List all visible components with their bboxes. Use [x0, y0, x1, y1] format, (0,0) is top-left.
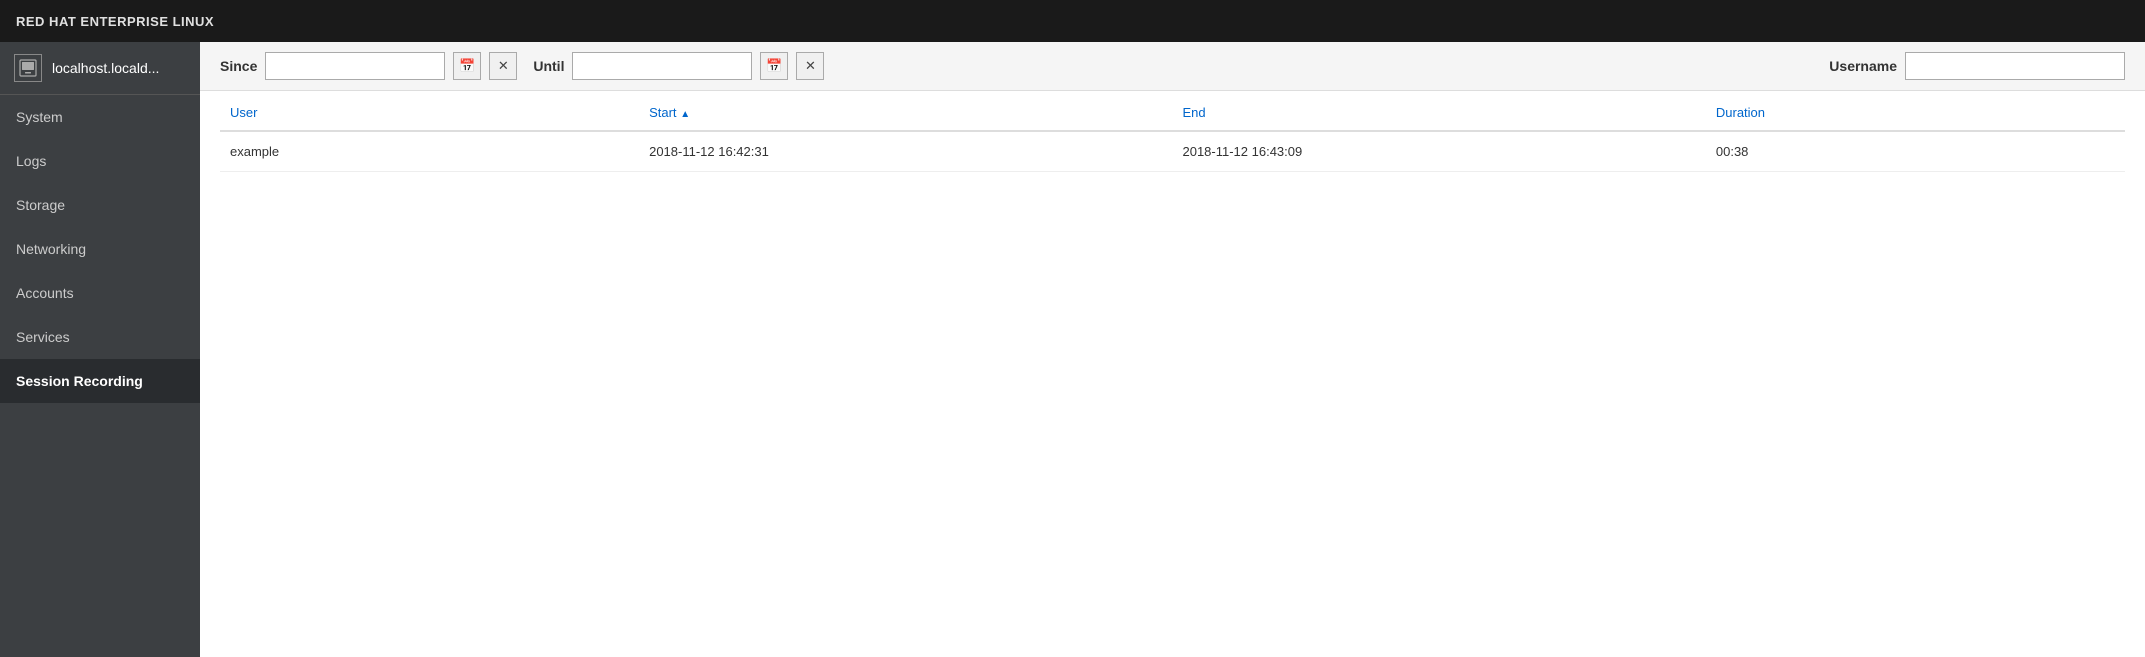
sidebar-item-label: Storage [16, 197, 65, 213]
sidebar-item-label: System [16, 109, 63, 125]
username-label: Username [1829, 58, 1897, 74]
cell-user: example [220, 131, 639, 172]
since-label: Since [220, 58, 257, 74]
username-input[interactable] [1905, 52, 2125, 80]
until-calendar-button[interactable]: 📅 [760, 52, 788, 80]
sidebar-item-label: Session Recording [16, 373, 143, 389]
sidebar-item-label: Accounts [16, 285, 74, 301]
until-filter-group: Until 📅 ✕ [533, 52, 824, 80]
cell-end: 2018-11-12 16:43:09 [1172, 131, 1705, 172]
host-name: localhost.locald... [52, 60, 159, 76]
sidebar-item-label: Logs [16, 153, 46, 169]
sidebar-item-session-recording[interactable]: Session Recording [0, 359, 200, 403]
sidebar-item-system[interactable]: System [0, 95, 200, 139]
table-header-row: User Start End Duration [220, 91, 2125, 131]
until-input[interactable] [572, 52, 752, 80]
table-area: User Start End Duration [200, 91, 2145, 657]
column-header-user[interactable]: User [220, 91, 639, 131]
sidebar: localhost.locald... System Logs Storage … [0, 42, 200, 657]
column-header-duration[interactable]: Duration [1706, 91, 2125, 131]
cell-start: 2018-11-12 16:42:31 [639, 131, 1172, 172]
sidebar-item-networking[interactable]: Networking [0, 227, 200, 271]
main-layout: localhost.locald... System Logs Storage … [0, 42, 2145, 657]
cell-duration: 00:38 [1706, 131, 2125, 172]
sidebar-item-services[interactable]: Services [0, 315, 200, 359]
until-clear-button[interactable]: ✕ [796, 52, 824, 80]
clear-icon: ✕ [805, 58, 816, 74]
clear-icon: ✕ [498, 58, 509, 74]
sidebar-item-label: Networking [16, 241, 86, 257]
table-row[interactable]: example 2018-11-12 16:42:31 2018-11-12 1… [220, 131, 2125, 172]
column-header-start[interactable]: Start [639, 91, 1172, 131]
since-filter-group: Since 📅 ✕ [220, 52, 517, 80]
sidebar-item-accounts[interactable]: Accounts [0, 271, 200, 315]
since-clear-button[interactable]: ✕ [489, 52, 517, 80]
sidebar-item-label: Services [16, 329, 70, 345]
calendar-icon: 📅 [766, 58, 782, 74]
column-header-end[interactable]: End [1172, 91, 1705, 131]
username-filter-group: Username [1829, 52, 2125, 80]
sidebar-item-storage[interactable]: Storage [0, 183, 200, 227]
host-icon [14, 54, 42, 82]
calendar-icon: 📅 [459, 58, 475, 74]
filter-bar: Since 📅 ✕ Until 📅 ✕ Us [200, 42, 2145, 91]
sessions-table: User Start End Duration [220, 91, 2125, 172]
table-body: example 2018-11-12 16:42:31 2018-11-12 1… [220, 131, 2125, 172]
host-header[interactable]: localhost.locald... [0, 42, 200, 95]
since-input[interactable] [265, 52, 445, 80]
since-calendar-button[interactable]: 📅 [453, 52, 481, 80]
topbar: RED HAT ENTERPRISE LINUX [0, 0, 2145, 42]
sidebar-item-logs[interactable]: Logs [0, 139, 200, 183]
app-title: RED HAT ENTERPRISE LINUX [16, 14, 214, 29]
until-label: Until [533, 58, 564, 74]
content-area: Since 📅 ✕ Until 📅 ✕ Us [200, 42, 2145, 657]
